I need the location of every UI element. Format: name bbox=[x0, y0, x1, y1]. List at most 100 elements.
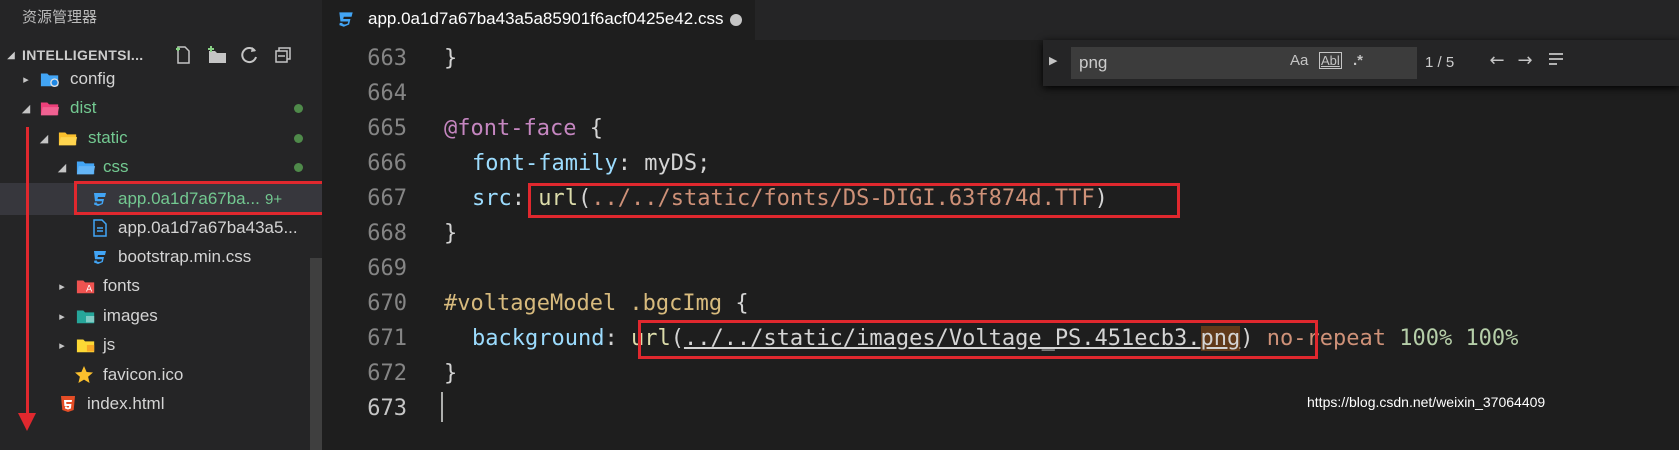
whole-word-toggle[interactable]: Abl bbox=[1319, 52, 1342, 69]
code-line: 666 font-family: myDS; bbox=[322, 147, 1679, 182]
tree-item-fonts[interactable]: ▸ A fonts bbox=[0, 270, 322, 302]
unsaved-dot-icon[interactable] bbox=[730, 14, 742, 26]
svg-text:A: A bbox=[86, 284, 93, 294]
tree-item-label: bootstrap.min.css bbox=[118, 247, 252, 266]
fonts-folder-icon: A bbox=[76, 276, 96, 296]
tree-item-label: config bbox=[70, 69, 116, 88]
code-line: 670 #voltageModel .bgcImg { bbox=[322, 287, 1679, 322]
line-number: 671 bbox=[367, 326, 407, 351]
tree-item-label: favicon.ico bbox=[103, 365, 184, 384]
tree-item-label: static bbox=[88, 128, 128, 147]
code-token: font-family bbox=[472, 151, 618, 176]
watermark-text: https://blog.csdn.net/weixin_37064409 bbox=[1305, 394, 1548, 410]
code-token: } bbox=[444, 361, 458, 386]
previous-match-button[interactable]: ← bbox=[1486, 50, 1508, 74]
code-line: 672 } bbox=[322, 357, 1679, 392]
css-folder-icon bbox=[76, 157, 96, 177]
code-token: src bbox=[472, 186, 512, 211]
line-number: 667 bbox=[367, 186, 407, 211]
tree-item-app-css[interactable]: app.0a1d7a67ba43a5... bbox=[0, 212, 322, 244]
tree-item-config[interactable]: ▸ config bbox=[0, 63, 322, 95]
match-case-toggle[interactable]: Aa bbox=[1290, 52, 1308, 69]
find-input-value: png bbox=[1079, 53, 1108, 72]
code-line: 668 } bbox=[322, 217, 1679, 252]
js-folder-icon bbox=[76, 335, 96, 355]
tree-item-index-html[interactable]: index.html bbox=[0, 388, 322, 420]
code-editor[interactable]: 663 } 664 665 @font-face { 666 font-fami… bbox=[322, 40, 1679, 450]
git-modified-dot bbox=[294, 103, 303, 113]
match-count: 1 / 5 bbox=[1425, 54, 1455, 71]
tree-item-bootstrap-css[interactable]: bootstrap.min.css bbox=[0, 241, 322, 273]
html-file-icon bbox=[58, 394, 78, 414]
code-token: { bbox=[722, 291, 749, 316]
find-widget: ▶ png Aa Abl .* 1 / 5 ← → bbox=[1043, 40, 1679, 86]
config-folder-icon bbox=[40, 69, 60, 89]
editor-tab-bar: app.0a1d7a67ba43a5a85901f6acf0425e42.css bbox=[322, 0, 1679, 40]
images-folder-icon bbox=[76, 306, 96, 326]
sidebar-scrollbar[interactable] bbox=[310, 258, 322, 450]
line-number: 673 bbox=[367, 396, 407, 421]
code-line: 665 @font-face { bbox=[322, 112, 1679, 147]
star-icon bbox=[74, 365, 94, 385]
chevron-right-icon: ▸ bbox=[59, 339, 65, 352]
chevron-down-icon: ◢ bbox=[7, 49, 15, 61]
chevron-right-icon: ▸ bbox=[59, 280, 65, 293]
chevron-down-icon: ◢ bbox=[21, 102, 31, 115]
tree-item-css[interactable]: ◢ css bbox=[0, 151, 322, 183]
find-input[interactable] bbox=[1071, 47, 1417, 79]
line-number: 672 bbox=[367, 361, 407, 386]
annotation-arrow-head bbox=[18, 413, 36, 431]
explorer-sidebar: 资源管理器 ◢ INTELLIGENTSI... ▸ config ◢ dist… bbox=[0, 0, 322, 450]
code-token: } bbox=[444, 46, 458, 71]
tree-item-js[interactable]: ▸ js bbox=[0, 329, 322, 361]
code-token: : bbox=[604, 326, 631, 351]
git-modified-dot bbox=[294, 162, 303, 172]
line-number: 668 bbox=[367, 221, 407, 246]
toggle-replace-icon[interactable]: ▶ bbox=[1049, 54, 1057, 67]
css-file-icon bbox=[336, 9, 356, 33]
highlight-box-image-url bbox=[638, 320, 1318, 359]
css-file-icon bbox=[90, 247, 110, 267]
code-token: 100% 100% bbox=[1385, 326, 1519, 351]
line-number: 663 bbox=[367, 46, 407, 71]
static-folder-icon bbox=[58, 128, 78, 148]
line-number: 670 bbox=[367, 291, 407, 316]
code-line: 669 bbox=[322, 252, 1679, 287]
dist-folder-icon bbox=[40, 98, 60, 118]
project-name: INTELLIGENTSI... bbox=[22, 47, 144, 63]
chevron-down-icon: ◢ bbox=[39, 132, 49, 145]
code-token: { bbox=[576, 116, 603, 141]
line-number: 665 bbox=[367, 116, 407, 141]
regex-toggle[interactable]: .* bbox=[1353, 52, 1363, 69]
css-map-file-icon bbox=[90, 218, 110, 238]
tree-item-label: dist bbox=[70, 98, 97, 117]
chevron-right-icon: ▸ bbox=[23, 73, 29, 86]
tree-item-label: fonts bbox=[103, 276, 140, 295]
code-token: @font-face bbox=[444, 116, 577, 141]
line-number: 669 bbox=[367, 256, 407, 281]
highlight-box-active-file bbox=[74, 181, 364, 215]
tree-item-images[interactable]: ▸ images bbox=[0, 300, 322, 332]
tree-item-static[interactable]: ◢ static bbox=[0, 122, 322, 154]
tree-item-favicon[interactable]: favicon.ico bbox=[0, 359, 322, 391]
tree-item-label: images bbox=[103, 306, 158, 325]
tree-item-label: css bbox=[103, 157, 129, 176]
code-token: : myDS; bbox=[617, 151, 711, 176]
tree-item-label: index.html bbox=[87, 394, 165, 413]
code-token: } bbox=[444, 221, 458, 246]
code-token: .bgcImg bbox=[616, 291, 723, 316]
chevron-right-icon: ▸ bbox=[59, 310, 65, 323]
line-number: 666 bbox=[367, 151, 407, 176]
find-in-selection-icon[interactable] bbox=[1545, 50, 1567, 74]
tab-app-css[interactable]: app.0a1d7a67ba43a5a85901f6acf0425e42.css bbox=[322, 0, 755, 40]
tree-item-dist[interactable]: ◢ dist bbox=[0, 92, 322, 124]
next-match-button[interactable]: → bbox=[1514, 50, 1536, 74]
chevron-down-icon: ◢ bbox=[57, 161, 67, 174]
code-token: background bbox=[472, 326, 605, 351]
git-modified-dot bbox=[294, 133, 303, 143]
annotation-arrow-line bbox=[26, 127, 29, 417]
line-number: 664 bbox=[367, 81, 407, 106]
tree-item-label: js bbox=[103, 335, 116, 354]
tree-item-label: app.0a1d7a67ba43a5... bbox=[118, 218, 298, 237]
sidebar-title: 资源管理器 bbox=[22, 8, 98, 26]
